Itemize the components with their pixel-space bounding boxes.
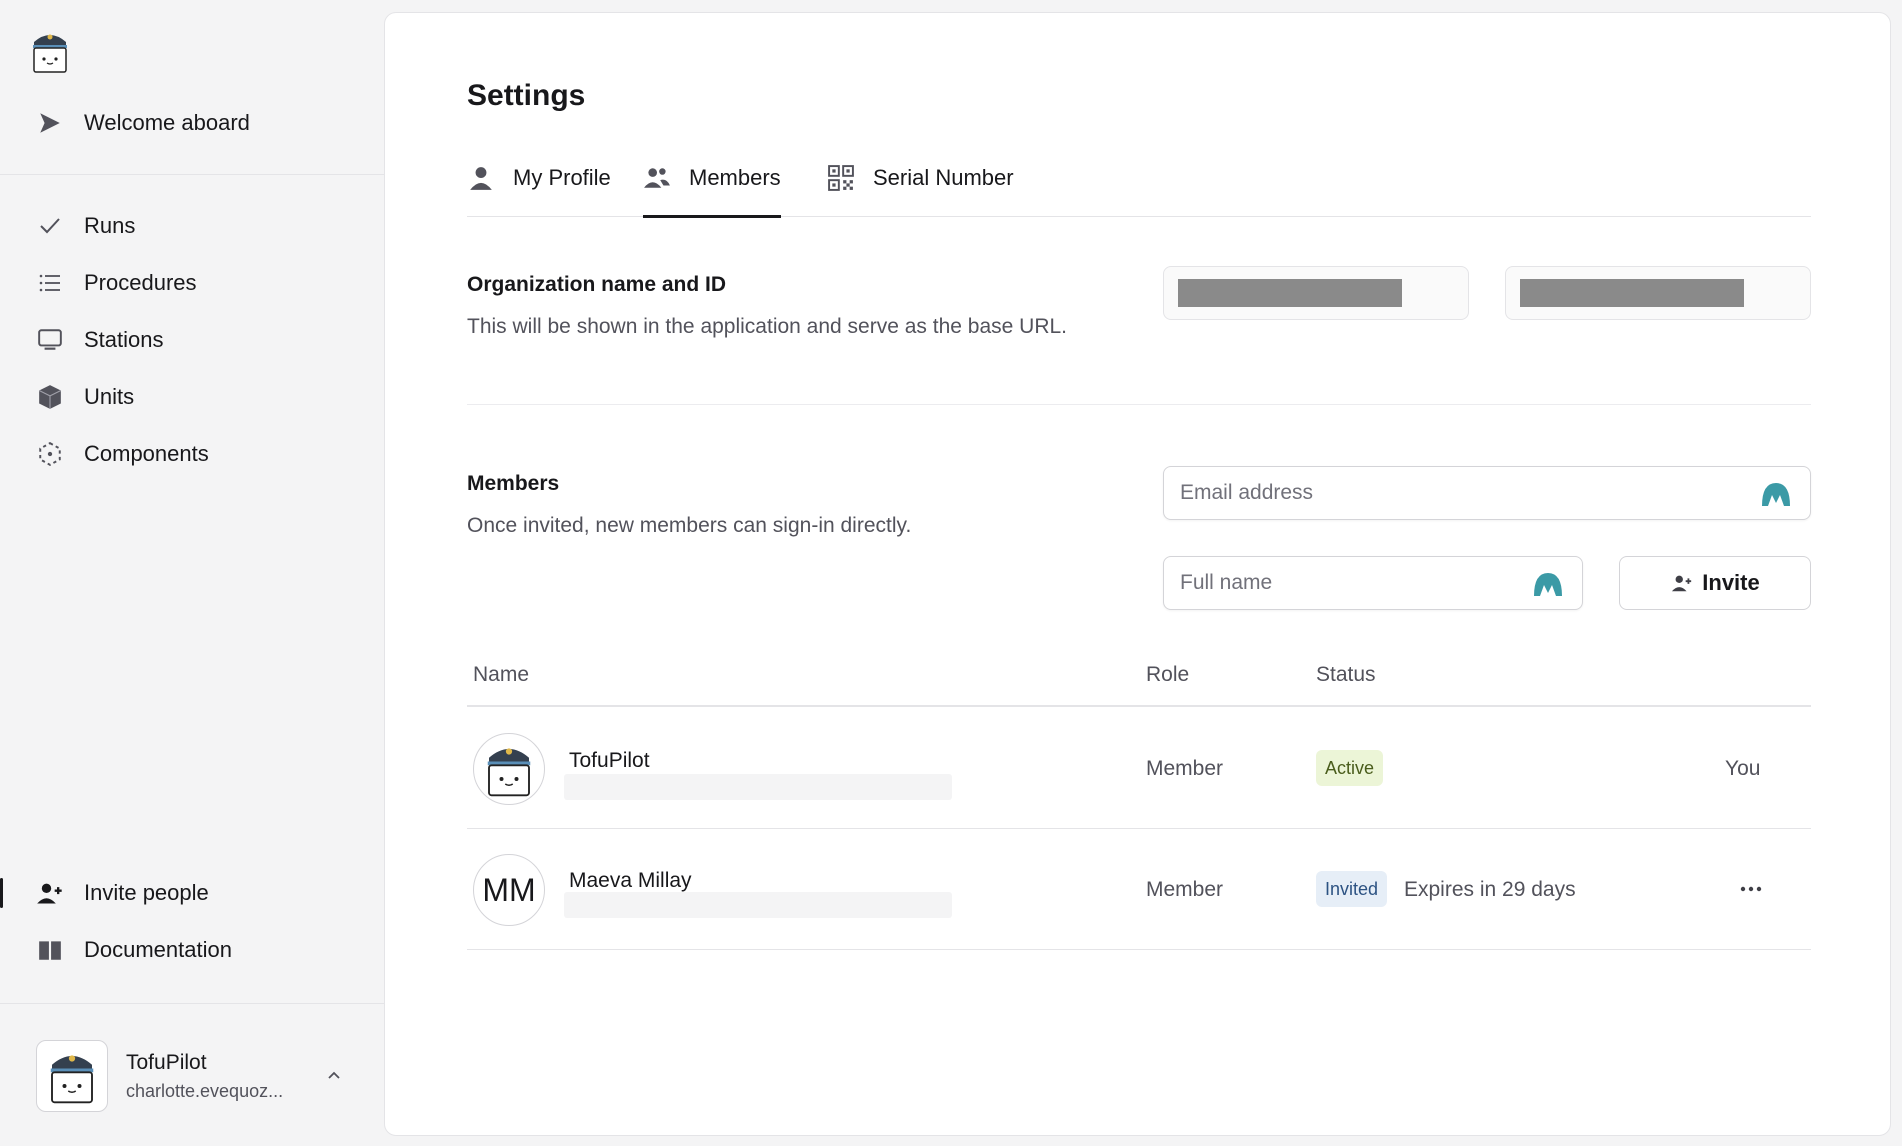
member-role: Member xyxy=(1146,757,1224,780)
status-badge: Invited xyxy=(1316,871,1388,907)
user-icon xyxy=(467,164,495,192)
sidebar-item-welcome[interactable]: Welcome aboard xyxy=(36,105,250,141)
page-title: Settings xyxy=(467,79,586,112)
qr-code-icon xyxy=(827,164,855,192)
sidebar-item-components[interactable]: Components xyxy=(36,436,209,472)
invite-button[interactable]: Invite xyxy=(1619,556,1811,610)
user-menu[interactable]: TofuPilot charlotte.evequoz... xyxy=(36,1040,346,1112)
user-plus-icon xyxy=(36,879,64,907)
table-header-divider xyxy=(467,705,1811,707)
sidebar-item-stations[interactable]: Stations xyxy=(36,322,164,358)
user-name: TofuPilot xyxy=(126,1050,207,1074)
sidebar-item-units[interactable]: Units xyxy=(36,379,134,415)
sidebar-item-label: Stations xyxy=(84,327,164,352)
org-section-title: Organization name and ID xyxy=(467,273,727,296)
password-manager-icon[interactable] xyxy=(1760,481,1792,507)
redacted-value xyxy=(1178,279,1402,307)
tab-label: Members xyxy=(689,165,781,190)
invite-expiry: Expires in 29 days xyxy=(1404,878,1576,901)
column-header-name: Name xyxy=(473,663,530,686)
sidebar-item-label: Runs xyxy=(84,213,136,238)
sidebar-item-procedures[interactable]: Procedures xyxy=(36,265,197,301)
sidebar-divider xyxy=(0,1003,384,1004)
redacted-email xyxy=(564,892,952,918)
avatar: MM xyxy=(473,854,545,926)
send-icon xyxy=(36,109,64,137)
sidebar-item-invite-people[interactable]: Invite people xyxy=(36,875,209,911)
sidebar-item-label: Welcome aboard xyxy=(84,110,250,135)
tab-label: My Profile xyxy=(513,165,611,190)
members-section-title: Members xyxy=(467,472,560,495)
sidebar-item-label: Components xyxy=(84,441,209,466)
book-icon xyxy=(36,936,64,964)
member-name: Maeva Millay xyxy=(569,869,692,892)
email-field[interactable] xyxy=(1163,466,1811,520)
tofupilot-logo[interactable] xyxy=(30,28,70,74)
list-icon xyxy=(36,269,64,297)
members-section-description: Once invited, new members can sign-in di… xyxy=(467,514,912,537)
current-user-label: You xyxy=(1725,757,1761,780)
monitor-icon xyxy=(36,326,64,354)
row-divider xyxy=(467,949,1811,950)
chevron-up-icon[interactable] xyxy=(322,1064,346,1088)
email-input[interactable] xyxy=(1180,467,1756,519)
main-panel: Settings My Profile Members Serial Numbe… xyxy=(384,12,1891,1136)
org-id-field[interactable] xyxy=(1505,266,1811,320)
avatar xyxy=(36,1040,108,1112)
member-name: TofuPilot xyxy=(569,749,650,772)
section-divider xyxy=(467,404,1811,405)
tab-my-profile[interactable]: My Profile xyxy=(467,139,611,217)
sidebar-active-marker xyxy=(0,878,3,908)
invite-button-label: Invite xyxy=(1702,570,1760,595)
component-icon xyxy=(36,440,64,468)
tab-label: Serial Number xyxy=(873,165,1014,190)
redacted-value xyxy=(1520,279,1744,307)
sidebar-item-label: Documentation xyxy=(84,937,232,962)
full-name-input[interactable] xyxy=(1180,557,1528,609)
users-icon xyxy=(643,164,671,192)
tab-members[interactable]: Members xyxy=(643,139,781,218)
full-name-field[interactable] xyxy=(1163,556,1583,610)
user-email: charlotte.evequoz... xyxy=(126,1080,284,1101)
more-options-icon[interactable] xyxy=(1736,874,1766,904)
org-name-field[interactable] xyxy=(1163,266,1469,320)
sidebar-item-label: Units xyxy=(84,384,135,409)
tab-serial-number[interactable]: Serial Number xyxy=(827,139,1014,217)
row-divider xyxy=(467,828,1811,829)
sidebar: Welcome aboard Runs Procedures Stations … xyxy=(0,0,384,1146)
status-badge: Active xyxy=(1316,750,1384,786)
column-header-status: Status xyxy=(1316,663,1376,686)
check-icon xyxy=(36,212,64,240)
sidebar-item-label: Procedures xyxy=(84,270,197,295)
column-header-role: Role xyxy=(1146,663,1190,686)
cube-icon xyxy=(36,383,64,411)
member-role: Member xyxy=(1146,878,1224,901)
settings-tabs: My Profile Members Serial Number xyxy=(467,139,1811,218)
sidebar-item-documentation[interactable]: Documentation xyxy=(36,932,232,968)
sidebar-divider xyxy=(0,174,384,175)
org-section-description: This will be shown in the application an… xyxy=(467,315,1067,338)
sidebar-item-label: Invite people xyxy=(84,880,209,905)
avatar xyxy=(473,733,545,805)
sidebar-item-runs[interactable]: Runs xyxy=(36,208,135,244)
password-manager-icon[interactable] xyxy=(1532,571,1564,597)
user-plus-icon xyxy=(1670,571,1694,595)
redacted-email xyxy=(564,774,952,800)
